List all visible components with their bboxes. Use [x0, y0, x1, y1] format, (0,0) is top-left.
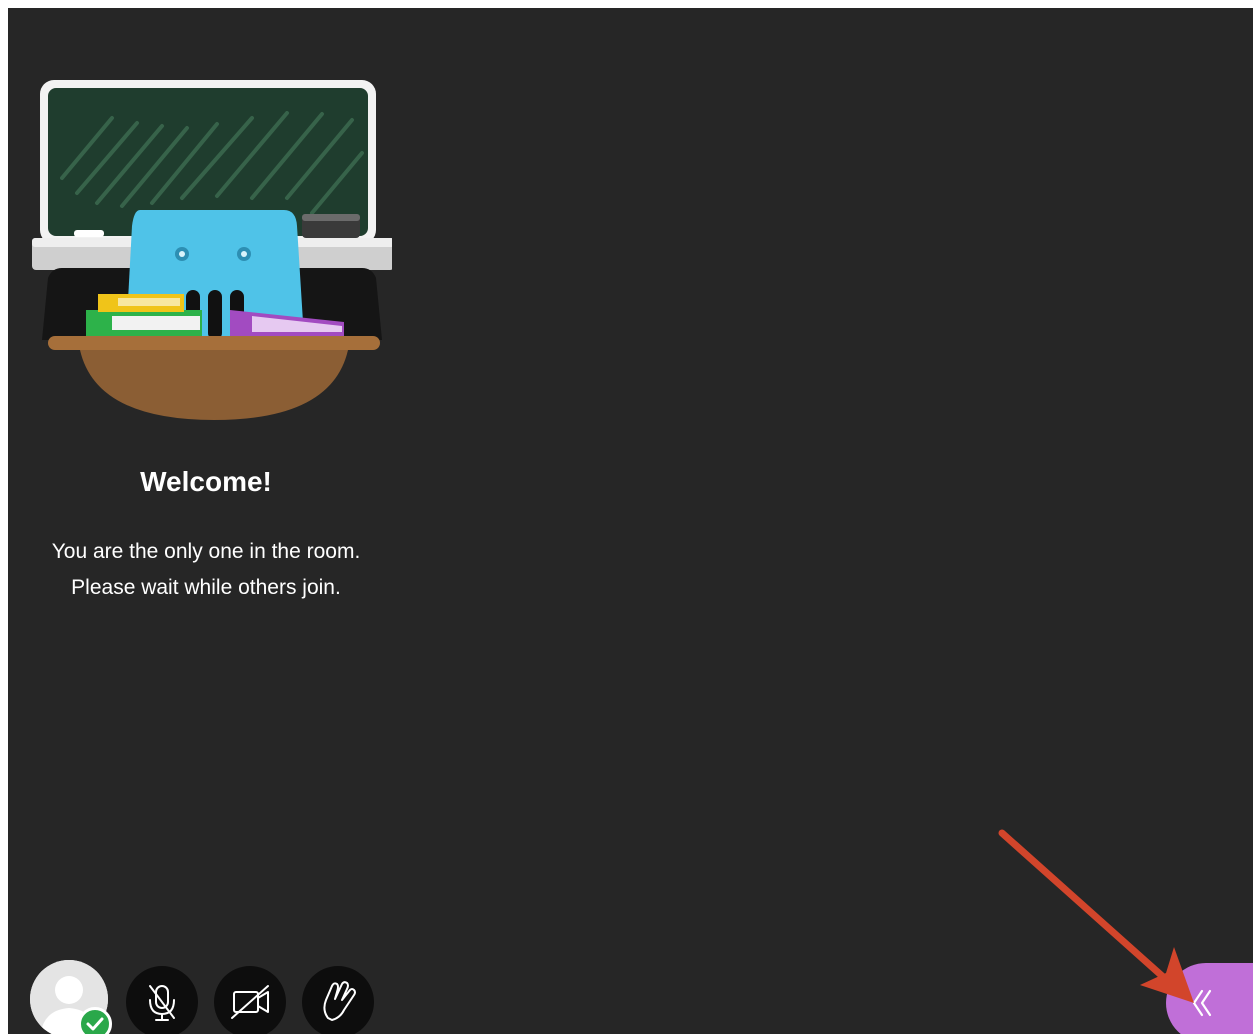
check-icon	[86, 1017, 104, 1031]
session-stage: Welcome! You are the only one in the roo…	[8, 8, 1253, 1034]
microphone-toggle-button[interactable]	[126, 966, 198, 1034]
classroom-illustration	[32, 80, 392, 420]
open-collaborate-panel-button[interactable]	[1166, 963, 1253, 1034]
welcome-title: Welcome!	[140, 466, 272, 497]
waiting-message-line-1: You are the only one in the room.	[51, 540, 361, 563]
double-chevron-left-icon	[1192, 989, 1212, 1017]
desk-base	[80, 350, 348, 420]
camera-toggle-button[interactable]	[214, 966, 286, 1034]
waiting-message-line-2: Please wait while others join.	[71, 576, 341, 599]
camera-off-icon	[231, 985, 269, 1019]
hand-icon	[323, 981, 356, 1021]
session-controls	[30, 960, 390, 1034]
raise-hand-button[interactable]	[302, 966, 374, 1034]
mic-off-icon	[149, 985, 175, 1021]
waiting-message: You are the only one in the room. Please…	[8, 534, 404, 606]
desk-top	[48, 336, 380, 350]
status-connected-badge	[78, 1007, 112, 1034]
